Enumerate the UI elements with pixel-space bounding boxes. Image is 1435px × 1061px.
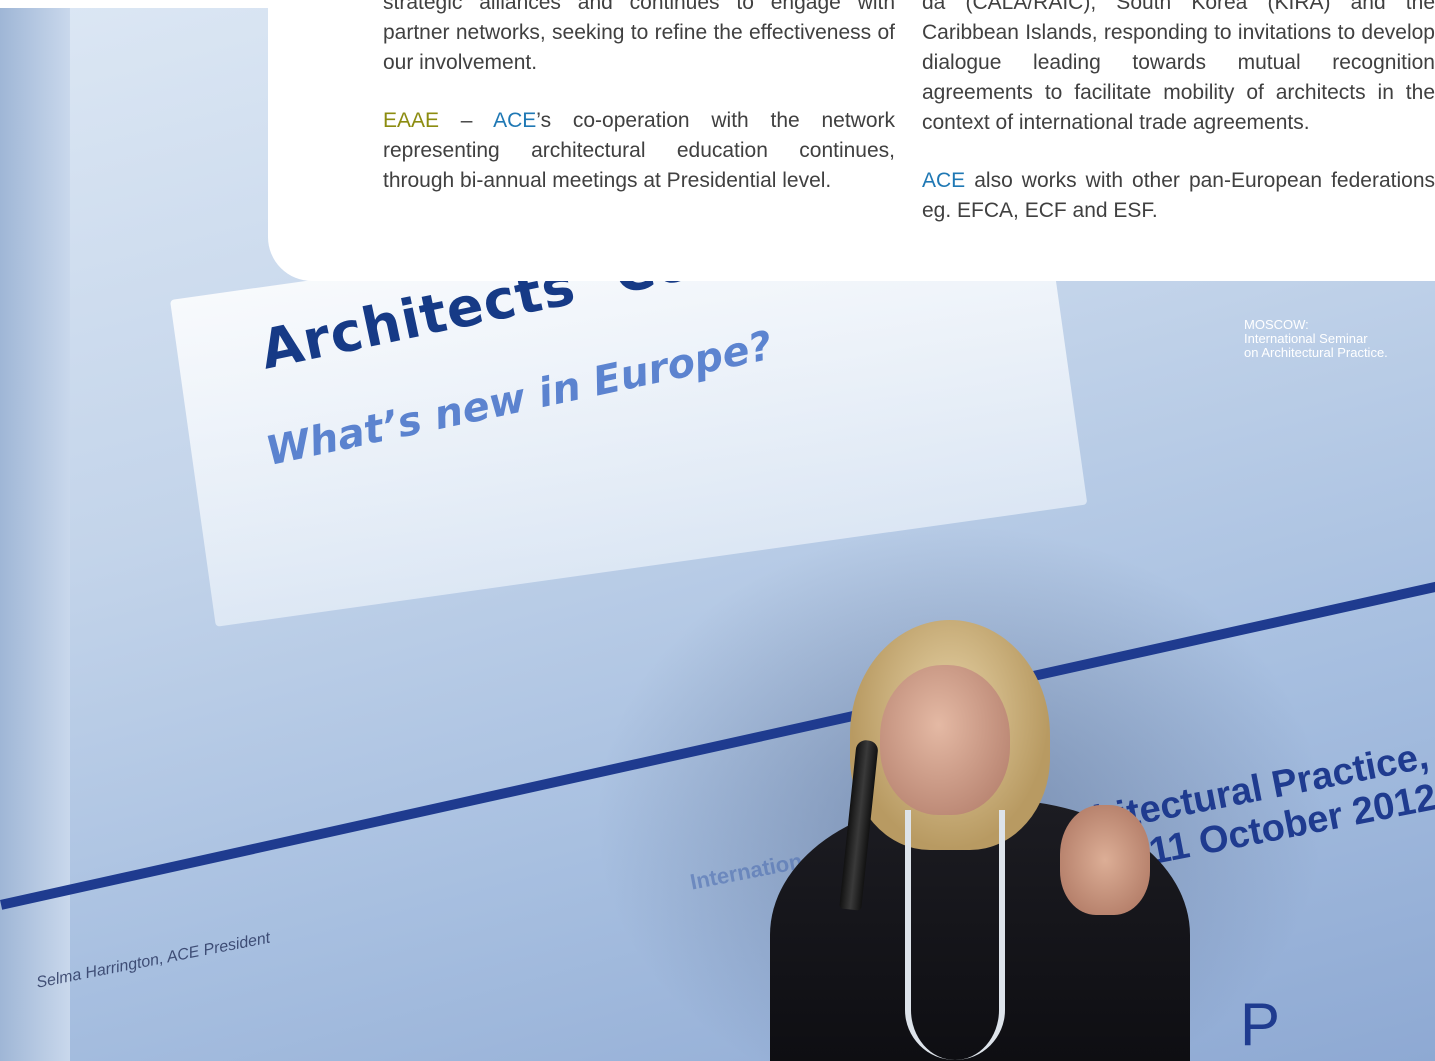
left-p1-line2: partner networks, seeking to refine the … xyxy=(383,21,872,44)
speaker-hand xyxy=(1060,805,1150,915)
org-ace: ACE xyxy=(922,169,966,192)
right-column: da (CALA/RAIC), South Korea (KIRA) and t… xyxy=(922,0,1435,254)
speaker-face xyxy=(880,665,1010,815)
caption-line3: on Architectural Practice. xyxy=(1244,345,1388,360)
right-paragraph-2: ACE also works with other pan-European f… xyxy=(922,166,1435,226)
slide-letters: P X xyxy=(1240,991,1435,1058)
left-p1-line1: strategic alliances and continues to eng… xyxy=(383,0,895,14)
slide-footer: Selma Harrington, ACE President xyxy=(35,929,272,992)
caption-line1: MOSCOW: xyxy=(1244,317,1309,332)
org-ace: ACE xyxy=(493,109,537,132)
left-paragraph-1: strategic alliances and continues to eng… xyxy=(383,0,895,78)
lanyard xyxy=(905,810,1005,1060)
caption-line2: International Seminar xyxy=(1244,331,1368,346)
photo-caption: MOSCOW: International Seminar on Archite… xyxy=(1244,318,1429,360)
panel-top-strip xyxy=(0,0,268,8)
org-eaae: EAAE xyxy=(383,109,440,132)
right-paragraph-1: da (CALA/RAIC), South Korea (KIRA) and t… xyxy=(922,0,1435,134)
dash: – xyxy=(439,109,494,132)
right-p2-text: also works with other pan-European feder… xyxy=(922,169,1435,222)
left-paragraph-2: EAAE – ACE’s co-operation with the netwo… xyxy=(383,106,895,196)
left-column: strategic alliances and continues to eng… xyxy=(383,0,895,224)
